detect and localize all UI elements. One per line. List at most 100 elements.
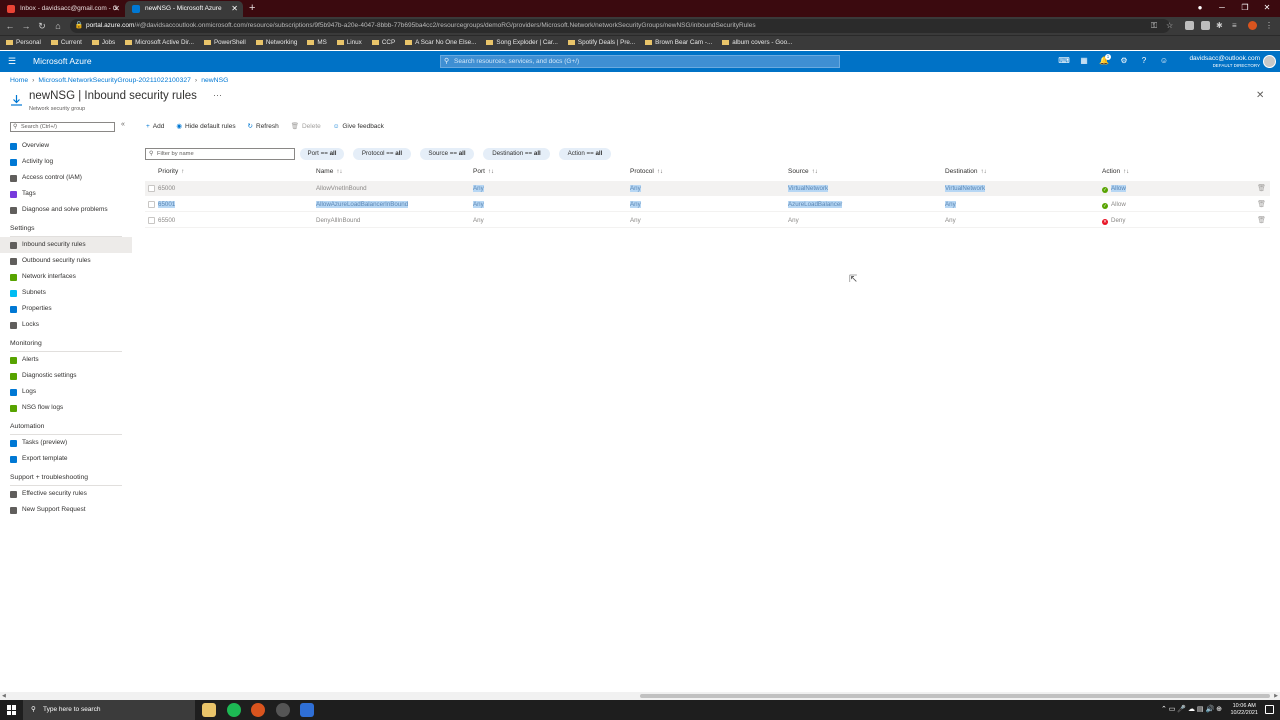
new-tab-button[interactable]: +	[249, 1, 255, 15]
puzzle-icon[interactable]: ✱	[1216, 21, 1225, 30]
row-checkbox[interactable]	[148, 201, 155, 208]
bookmark-item[interactable]: Microsoft Active Dir...	[119, 36, 194, 50]
file-explorer-icon[interactable]	[202, 703, 216, 717]
hide-default-rules-button[interactable]: ◉ Hide default rules	[176, 121, 235, 133]
minimize-button[interactable]: ─	[1211, 0, 1233, 17]
nav-item-effective-security-rules[interactable]: Effective security rules	[0, 486, 132, 502]
media-icon[interactable]: ≡	[1232, 21, 1241, 30]
cell-name[interactable]: AllowAzureLoadBalancerInBound	[316, 197, 409, 212]
avatar[interactable]	[1248, 21, 1257, 30]
settings-gear-icon[interactable]: ⚙	[1118, 55, 1130, 67]
taskbar-search[interactable]: ⚲ Type here to search	[23, 700, 195, 720]
filter-by-name[interactable]: ⚲	[145, 148, 295, 160]
row-checkbox[interactable]	[148, 217, 155, 224]
forward-icon[interactable]: →	[19, 17, 33, 35]
nav-item-inbound-security-rules[interactable]: Inbound security rules	[0, 237, 132, 253]
nav-item-tasks-preview[interactable]: Tasks (preview)	[0, 435, 132, 451]
scrollbar-thumb[interactable]	[640, 694, 1270, 698]
table-row[interactable]: 65000 AllowVnetInBound Any Any VirtualNe…	[145, 181, 1270, 196]
directory-filter-icon[interactable]: ▦	[1078, 55, 1090, 67]
bookmark-item[interactable]: Current	[45, 36, 82, 50]
help-icon[interactable]: ?	[1138, 55, 1150, 67]
nav-item-locks[interactable]: Locks	[0, 317, 132, 333]
bookmark-item[interactable]: Networking	[250, 36, 297, 50]
nav-item-subnets[interactable]: Subnets	[0, 285, 132, 301]
nav-search[interactable]: ⚲	[10, 122, 115, 132]
nav-item-properties[interactable]: Properties	[0, 301, 132, 317]
delete-button[interactable]: 🗑 Delete	[291, 121, 321, 133]
column-header-destination[interactable]: Destination ↑↓	[945, 166, 987, 178]
app-icon[interactable]	[276, 703, 290, 717]
filter-pill-action[interactable]: Action == all	[559, 148, 611, 160]
key-icon[interactable]: ⚿	[1151, 21, 1160, 30]
star-icon[interactable]: ☆	[1166, 21, 1175, 30]
back-icon[interactable]: ←	[3, 17, 17, 35]
nav-item-outbound-security-rules[interactable]: Outbound security rules	[0, 253, 132, 269]
breadcrumb-deployment[interactable]: Microsoft.NetworkSecurityGroup-202110221…	[38, 77, 191, 84]
row-checkbox[interactable]	[148, 185, 155, 192]
global-search-input[interactable]	[441, 56, 839, 67]
trash-icon[interactable]: 🗑	[1257, 181, 1266, 196]
column-header-action[interactable]: Action ↑↓	[1102, 166, 1129, 178]
cell-name[interactable]: DenyAllInBound	[316, 213, 360, 228]
azure-brand[interactable]: Microsoft Azure	[33, 51, 92, 72]
trash-icon[interactable]: 🗑	[1257, 213, 1266, 228]
nav-item-access-control-iam[interactable]: Access control (IAM)	[0, 170, 132, 186]
refresh-button[interactable]: ↻ Refresh	[248, 121, 279, 133]
nav-item-tags[interactable]: Tags	[0, 186, 132, 202]
bookmark-item[interactable]: PowerShell	[198, 36, 246, 50]
windows-start-icon[interactable]	[7, 705, 17, 715]
close-icon[interactable]: ✕	[231, 1, 238, 16]
scroll-left-icon[interactable]: ◀	[2, 692, 6, 700]
bookmark-item[interactable]: Spotify Deals | Pre...	[562, 36, 635, 50]
bookmark-item[interactable]: Brown Bear Cam -...	[639, 36, 712, 50]
remote-desktop-icon[interactable]	[300, 703, 314, 717]
profile-icon[interactable]: ●	[1189, 0, 1211, 17]
browser-tab-azure[interactable]: newNSG - Microsoft Azure ✕	[125, 1, 243, 17]
menu-icon[interactable]: ⋮	[1265, 21, 1274, 30]
nav-item-logs[interactable]: Logs	[0, 384, 132, 400]
nav-item-diagnose-and-solve-problems[interactable]: Diagnose and solve problems	[0, 202, 132, 218]
bookmark-item[interactable]: A Scar No One Else...	[399, 36, 476, 50]
breadcrumb-home[interactable]: Home	[10, 77, 28, 84]
nav-item-diagnostic-settings[interactable]: Diagnostic settings	[0, 368, 132, 384]
trash-icon[interactable]: 🗑	[1257, 197, 1266, 212]
scroll-right-icon[interactable]: ▶	[1274, 692, 1278, 700]
table-row[interactable]: 65001 AllowAzureLoadBalancerInBound Any …	[145, 197, 1270, 212]
maximize-button[interactable]: ❐	[1234, 0, 1256, 17]
close-window-button[interactable]: ✕	[1256, 0, 1278, 17]
breadcrumb-nsg[interactable]: newNSG	[201, 77, 228, 84]
lock-icon[interactable]: 🔒	[72, 17, 86, 35]
spotify-icon[interactable]	[227, 703, 241, 717]
nav-item-nsg-flow-logs[interactable]: NSG flow logs	[0, 400, 132, 416]
give-feedback-button[interactable]: ☺ Give feedback	[333, 121, 384, 133]
reload-icon[interactable]: ↻	[35, 17, 49, 35]
home-icon[interactable]: ⌂	[51, 17, 65, 35]
hamburger-menu-icon[interactable]: ☰	[8, 51, 16, 72]
collapse-nav-icon[interactable]: «	[121, 121, 125, 128]
cloud-shell-icon[interactable]: ⌨	[1058, 55, 1070, 67]
filter-pill-port[interactable]: Port == all	[300, 148, 344, 160]
nav-item-overview[interactable]: Overview	[0, 138, 132, 154]
column-header-name[interactable]: Name ↑↓	[316, 166, 342, 178]
table-row[interactable]: 65500 DenyAllInBound Any Any Any Any ✕ De…	[145, 213, 1270, 228]
filter-pill-destination[interactable]: Destination == all	[483, 148, 550, 160]
bookmark-item[interactable]: album covers - Goo...	[716, 36, 792, 50]
bookmark-item[interactable]: MS	[301, 36, 327, 50]
horizontal-scrollbar[interactable]: ◀ ▶	[0, 692, 1280, 700]
filter-pill-protocol[interactable]: Protocol == all	[353, 148, 411, 160]
extension-icon[interactable]	[1185, 21, 1194, 30]
column-header-protocol[interactable]: Protocol ↑↓	[630, 166, 663, 178]
column-header-priority[interactable]: Priority ↑	[158, 166, 184, 178]
bookmark-item[interactable]: Personal	[0, 36, 41, 50]
filter-pill-source[interactable]: Source == all	[420, 148, 474, 160]
more-options-icon[interactable]: ···	[213, 90, 222, 100]
url-text[interactable]: portal.azure.com/#@davidsaccoutlook.onmi…	[86, 19, 1136, 33]
account-info[interactable]: davidsacc@outlook.com DEFAULT DIRECTORY	[1189, 55, 1260, 69]
cell-name[interactable]: AllowVnetInBound	[316, 181, 367, 196]
nav-item-alerts[interactable]: Alerts	[0, 352, 132, 368]
chrome-icon[interactable]	[251, 703, 265, 717]
browser-tab-gmail[interactable]: Inbox - davidsacc@gmail.com - G ✕	[0, 1, 125, 17]
column-header-source[interactable]: Source ↑↓	[788, 166, 818, 178]
nav-item-activity-log[interactable]: Activity log	[0, 154, 132, 170]
